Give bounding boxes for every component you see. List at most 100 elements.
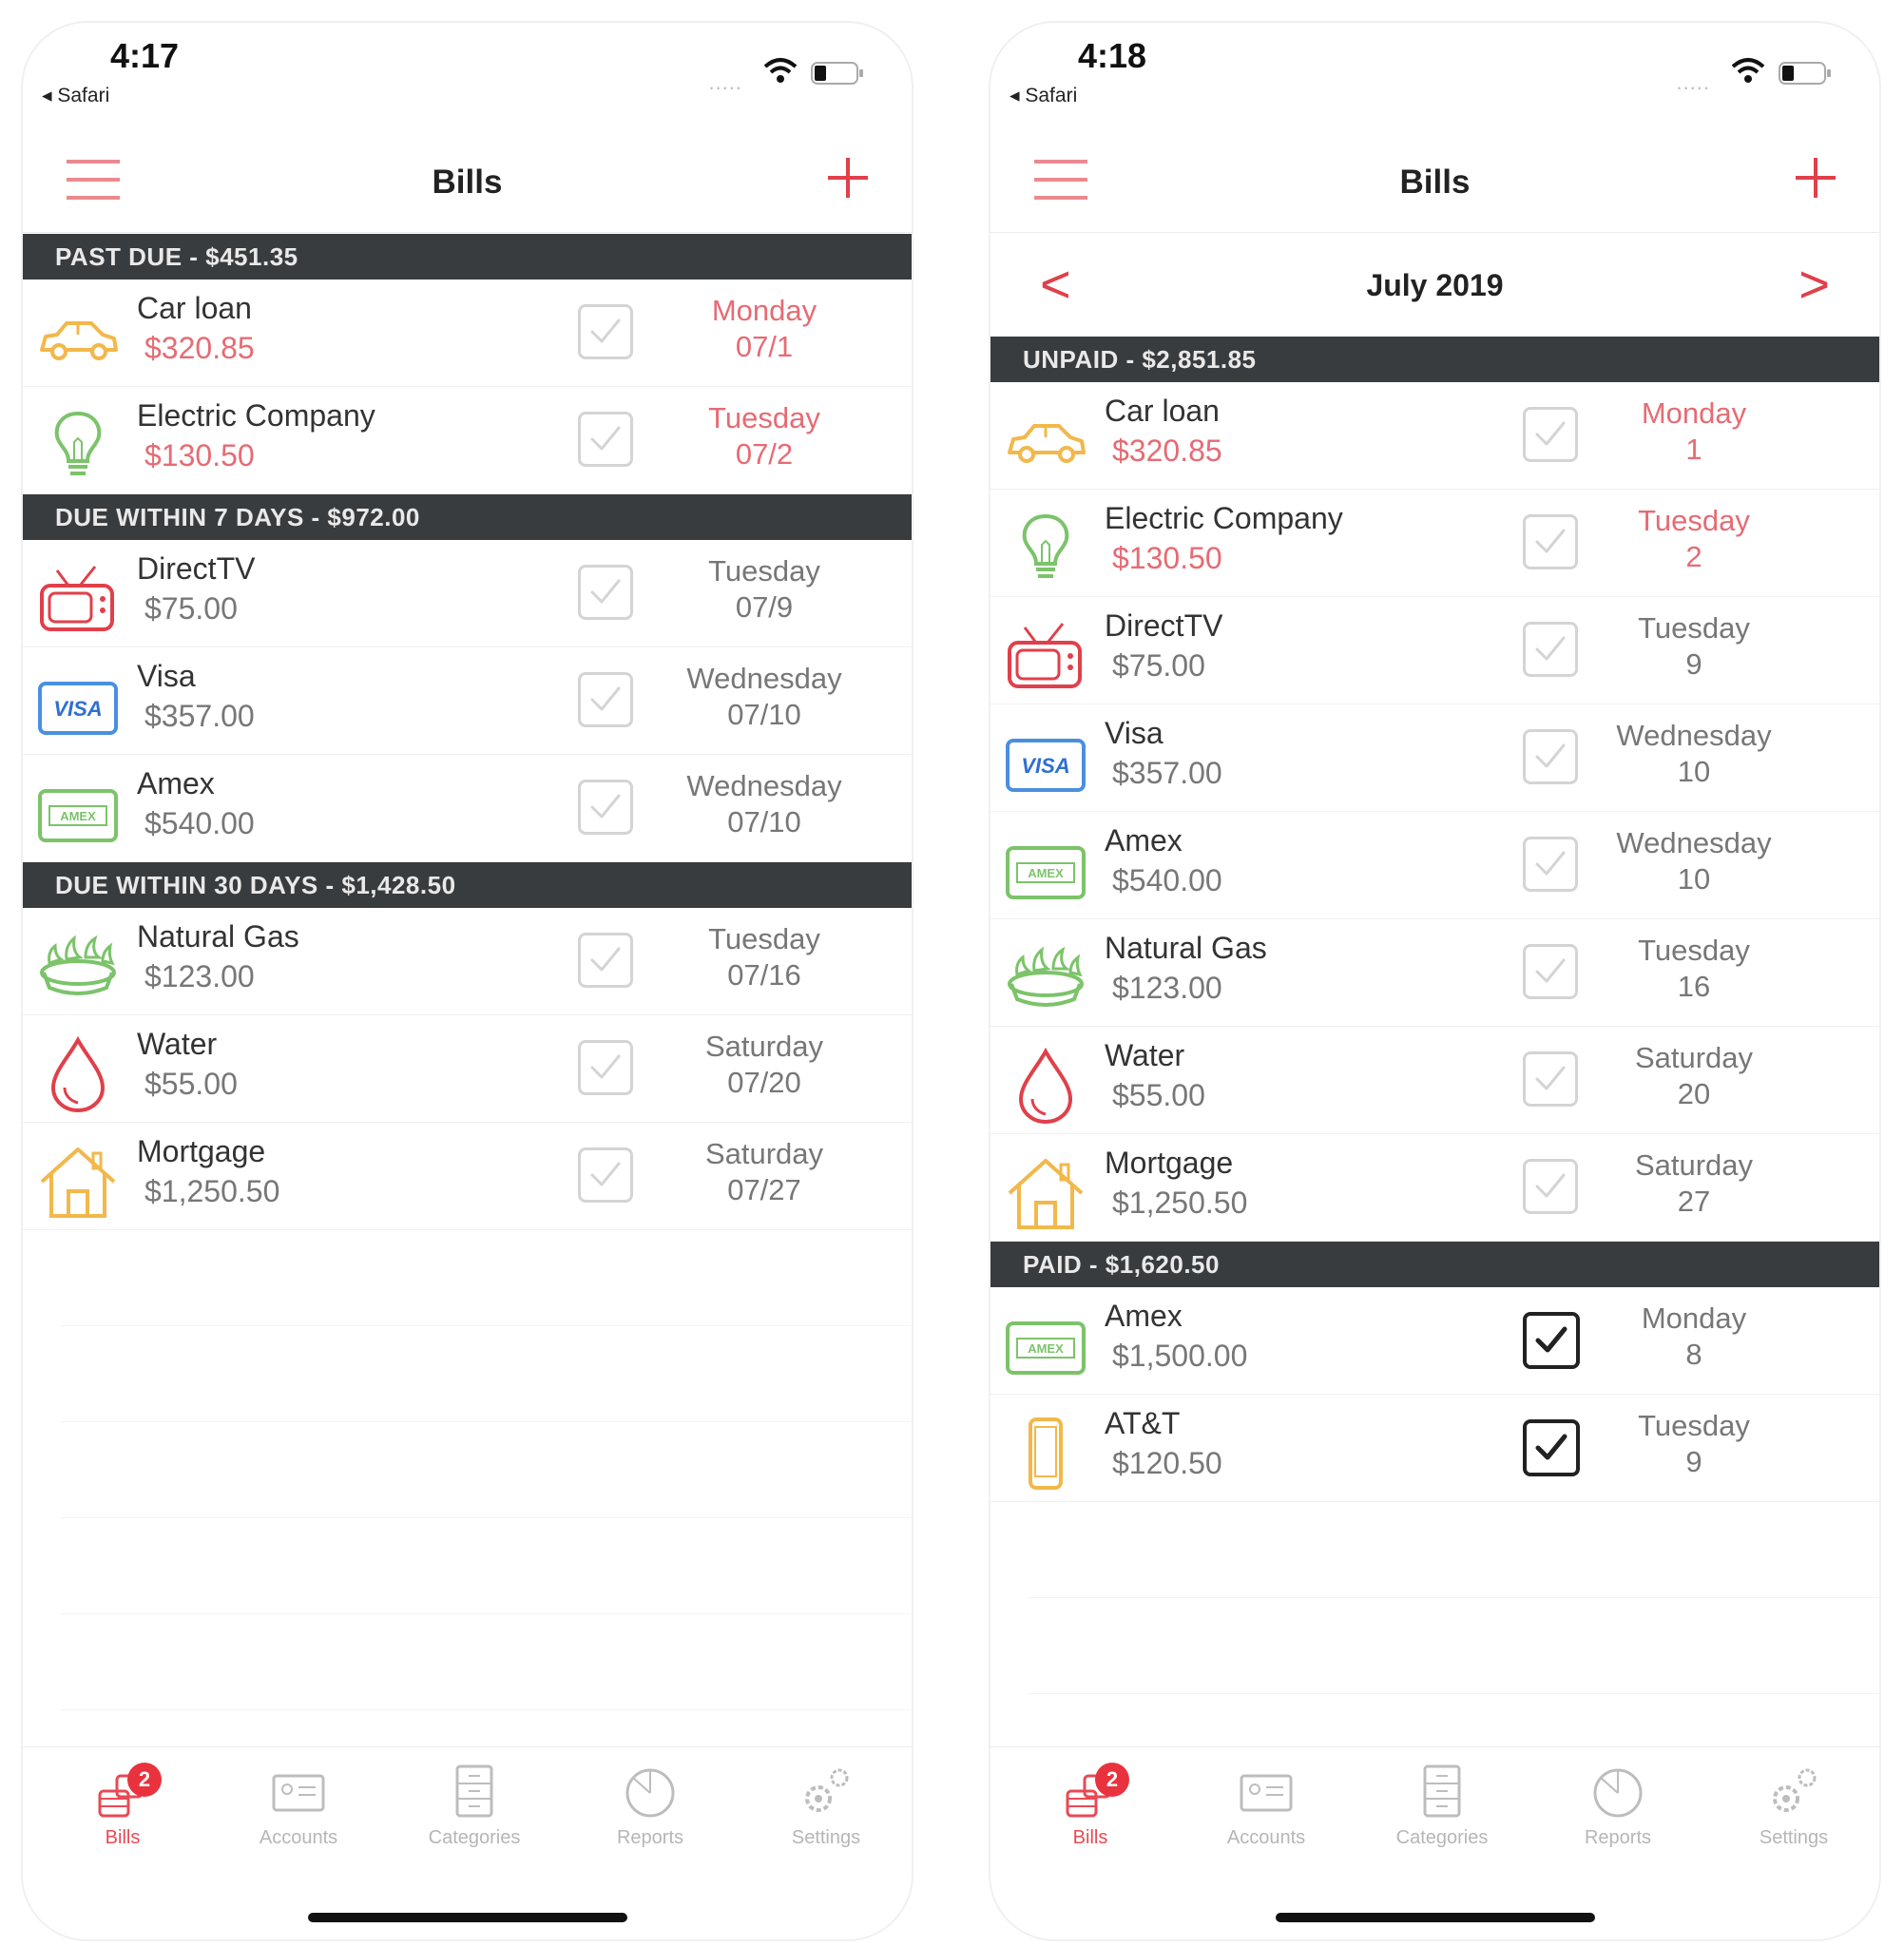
battery-icon	[811, 62, 863, 85]
paid-checkbox[interactable]	[578, 412, 633, 467]
bill-row[interactable]: Natural Gas $123.00 Tuesday 16	[990, 919, 1879, 1027]
due-date: 07/10	[727, 805, 801, 839]
due-day: Wednesday	[686, 769, 842, 802]
bill-row[interactable]: Mortgage $1,250.50 Saturday 27	[990, 1134, 1879, 1242]
due-date: 07/10	[727, 698, 801, 731]
checkmark-icon	[590, 1162, 621, 1186]
bill-row[interactable]: Water $55.00 Saturday 07/20	[23, 1015, 912, 1123]
bill-row[interactable]: Natural Gas $123.00 Tuesday 07/16	[23, 908, 912, 1015]
tab-label: Accounts	[259, 1827, 338, 1848]
settings-icon	[796, 1763, 856, 1820]
bill-name: Water	[137, 1027, 218, 1061]
back-to-safari-link[interactable]: ◂ Safari	[1010, 84, 1077, 107]
bill-row[interactable]: DirectTV $75.00 Tuesday 07/9	[23, 540, 912, 647]
svg-text:AMEX: AMEX	[1028, 1341, 1064, 1356]
bill-row[interactable]: AMEX Amex $540.00 Wednesday 10	[990, 812, 1879, 919]
section-header: PAST DUE - $451.35	[23, 234, 912, 280]
bill-row[interactable]: DirectTV $75.00 Tuesday 9	[990, 597, 1879, 704]
bill-row[interactable]: Mortgage $1,250.50 Saturday 07/27	[23, 1123, 912, 1230]
battery-icon	[1779, 62, 1831, 85]
checkmark-icon	[590, 1054, 621, 1079]
paid-checkbox[interactable]	[578, 1040, 633, 1095]
bill-row[interactable]: Water $55.00 Saturday 20	[990, 1027, 1879, 1134]
checkmark-icon	[1535, 529, 1566, 553]
due-day: Wednesday	[1616, 826, 1772, 859]
empty-row	[61, 1326, 912, 1422]
bill-row[interactable]: VISA Visa $357.00 Wednesday 10	[990, 704, 1879, 812]
amex-card-icon: AMEX	[36, 776, 120, 852]
paid-checkbox[interactable]	[1523, 1159, 1578, 1214]
tab-settings[interactable]: Settings	[755, 1763, 897, 1849]
bill-amount: $1,500.00	[1112, 1339, 1248, 1373]
tab-settings[interactable]: Settings	[1722, 1763, 1865, 1849]
tab-bills[interactable]: Bills 2	[51, 1763, 194, 1849]
tab-categories[interactable]: Categories	[403, 1763, 546, 1849]
paid-checkbox[interactable]	[1523, 407, 1578, 462]
add-bill-plus-icon[interactable]	[1794, 156, 1837, 200]
tab-accounts[interactable]: Accounts	[227, 1763, 370, 1849]
paid-checkbox[interactable]	[578, 304, 633, 359]
phone-screen-right: 4:18 ◂ Safari ..... Bills < July 2019 > …	[989, 21, 1881, 1941]
paid-checkbox[interactable]	[578, 672, 633, 727]
bill-due-date: Monday 8	[1589, 1301, 1798, 1373]
paid-checkbox[interactable]	[578, 1147, 633, 1203]
bill-name: Amex	[1105, 1299, 1183, 1333]
due-date: 9	[1685, 647, 1702, 681]
paid-checkbox[interactable]	[1523, 514, 1578, 569]
bill-row[interactable]: VISA Visa $357.00 Wednesday 07/10	[23, 647, 912, 755]
tab-categories[interactable]: Categories	[1371, 1763, 1513, 1849]
paid-checkbox[interactable]	[578, 565, 633, 620]
water-drop-icon	[1004, 1047, 1087, 1125]
status-bar: 4:18 ◂ Safari .....	[990, 23, 1879, 118]
next-month-button[interactable]: >	[1798, 253, 1830, 315]
paid-checkbox[interactable]	[1523, 622, 1578, 677]
paid-checkbox[interactable]	[1523, 1051, 1578, 1107]
empty-row	[61, 1230, 912, 1326]
due-day: Wednesday	[1616, 719, 1772, 752]
add-bill-plus-icon[interactable]	[826, 156, 870, 200]
due-day: Saturday	[704, 1137, 824, 1170]
home-indicator[interactable]	[1275, 1913, 1595, 1922]
bill-row[interactable]: AMEX Amex $540.00 Wednesday 07/10	[23, 755, 912, 862]
paid-checkbox[interactable]	[1523, 944, 1578, 999]
tab-reports[interactable]: Reports	[579, 1763, 721, 1849]
bill-due-date: Tuesday 9	[1589, 610, 1798, 683]
bill-due-date: Wednesday 07/10	[660, 768, 869, 840]
checkmark-icon	[1535, 851, 1566, 876]
paid-checkbox[interactable]	[1523, 1419, 1580, 1476]
tab-accounts[interactable]: Accounts	[1195, 1763, 1337, 1849]
lightbulb-icon	[1004, 511, 1087, 587]
checkmark-icon	[590, 794, 621, 819]
navigation-bar: Bills	[990, 125, 1879, 233]
paid-checkbox[interactable]	[1523, 729, 1578, 784]
svg-text:VISA: VISA	[1021, 754, 1069, 778]
due-date: 07/2	[735, 437, 794, 471]
paid-checkbox[interactable]	[578, 933, 633, 988]
checkmark-icon	[1535, 743, 1566, 768]
empty-list-area	[61, 1230, 912, 1710]
back-to-safari-link[interactable]: ◂ Safari	[42, 84, 109, 107]
paid-checkbox[interactable]	[578, 780, 633, 835]
wifi-icon	[1731, 58, 1765, 83]
tab-reports[interactable]: Reports	[1547, 1763, 1689, 1849]
bills-list: UNPAID - $2,851.85 Car loan $320.85 Monday 1…	[990, 337, 1879, 1694]
checkmark-icon	[1535, 1434, 1567, 1460]
bill-row[interactable]: AMEX Amex $1,500.00 Monday 8	[990, 1287, 1879, 1395]
paid-checkbox[interactable]	[1523, 1312, 1580, 1369]
bill-amount: $357.00	[1112, 756, 1222, 790]
bill-row[interactable]: Electric Company $130.50 Tuesday 07/2	[23, 387, 912, 494]
home-indicator[interactable]	[307, 1913, 627, 1922]
bill-amount: $130.50	[1112, 541, 1222, 575]
tab-bills[interactable]: Bills 2	[1019, 1763, 1162, 1849]
bill-row[interactable]: Electric Company $130.50 Tuesday 2	[990, 490, 1879, 597]
paid-checkbox[interactable]	[1523, 837, 1578, 892]
navigation-bar: Bills	[23, 125, 912, 233]
due-day: Tuesday	[1638, 1409, 1750, 1442]
bill-row[interactable]: AT&T $120.50 Tuesday 9	[990, 1395, 1879, 1502]
bill-due-date: Tuesday 07/9	[660, 553, 869, 626]
bill-amount: $123.00	[144, 959, 255, 993]
bill-name: Natural Gas	[1105, 931, 1267, 965]
bill-row[interactable]: Car loan $320.85 Monday 1	[990, 382, 1879, 490]
bill-row[interactable]: Car loan $320.85 Monday 07/1	[23, 280, 912, 387]
due-date: 2	[1685, 540, 1702, 573]
